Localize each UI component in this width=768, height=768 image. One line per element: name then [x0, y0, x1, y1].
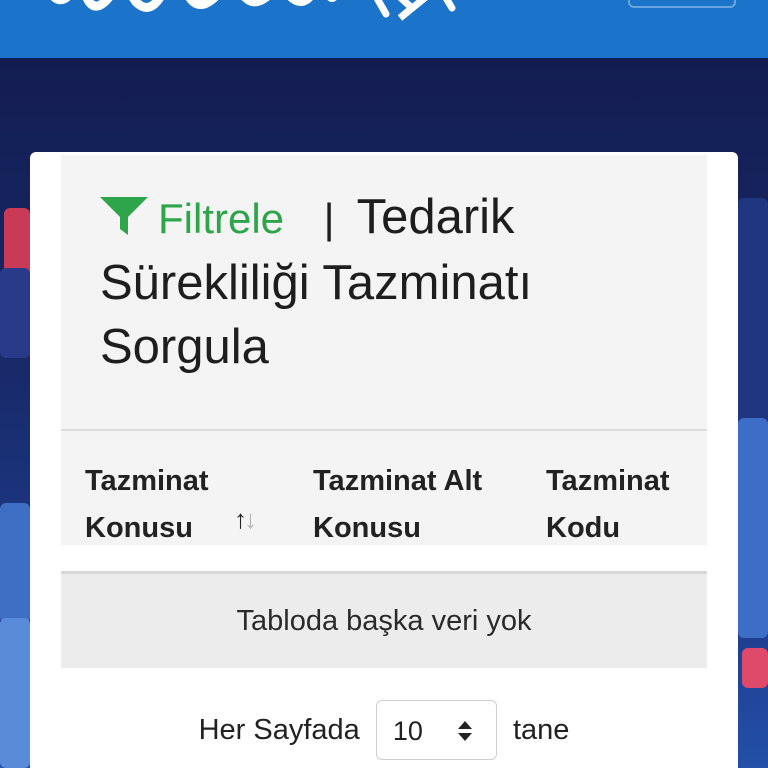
- query-card: Filtrele | Tedarik Sürekliliği Tazminatı …: [30, 152, 738, 768]
- select-arrows-icon: [457, 721, 472, 742]
- funnel-icon: [100, 197, 148, 235]
- filter-label[interactable]: Filtrele: [158, 195, 284, 242]
- menu-toggle-button[interactable]: [628, 0, 736, 8]
- sort-arrows-icon[interactable]: ↑↓: [234, 504, 257, 534]
- page-size-suffix: tane: [512, 714, 570, 747]
- filter-toggle[interactable]: Filtrele: [100, 190, 298, 244]
- page-size-control: Her Sayfada 10 tane: [30, 700, 738, 762]
- page-size-prefix: Her Sayfada: [198, 714, 360, 747]
- column-header-tazminat-kodu[interactable]: Tazminat Kodu: [546, 458, 696, 552]
- page-size-value: 10: [392, 716, 423, 747]
- table-empty-message: Tabloda başka veri yok: [61, 574, 707, 668]
- brand-logo[interactable]: [40, 0, 480, 22]
- page-title: Filtrele | Tedarik Sürekliliği Tazminatı …: [100, 185, 660, 379]
- table-divider: [61, 429, 707, 431]
- decor-shape: [0, 268, 30, 358]
- top-app-bar: [0, 0, 768, 58]
- column-header-tazminat-alt-konusu[interactable]: Tazminat Alt Konusu: [313, 458, 503, 552]
- column-header-tazminat-konusu[interactable]: Tazminat Konusu: [85, 458, 235, 552]
- decor-shape: [738, 418, 768, 638]
- title-separator: |: [323, 195, 335, 242]
- decor-shape: [0, 503, 30, 623]
- decor-shape: [742, 648, 768, 688]
- decor-shape: [0, 618, 30, 768]
- page-size-select[interactable]: 10: [375, 700, 497, 761]
